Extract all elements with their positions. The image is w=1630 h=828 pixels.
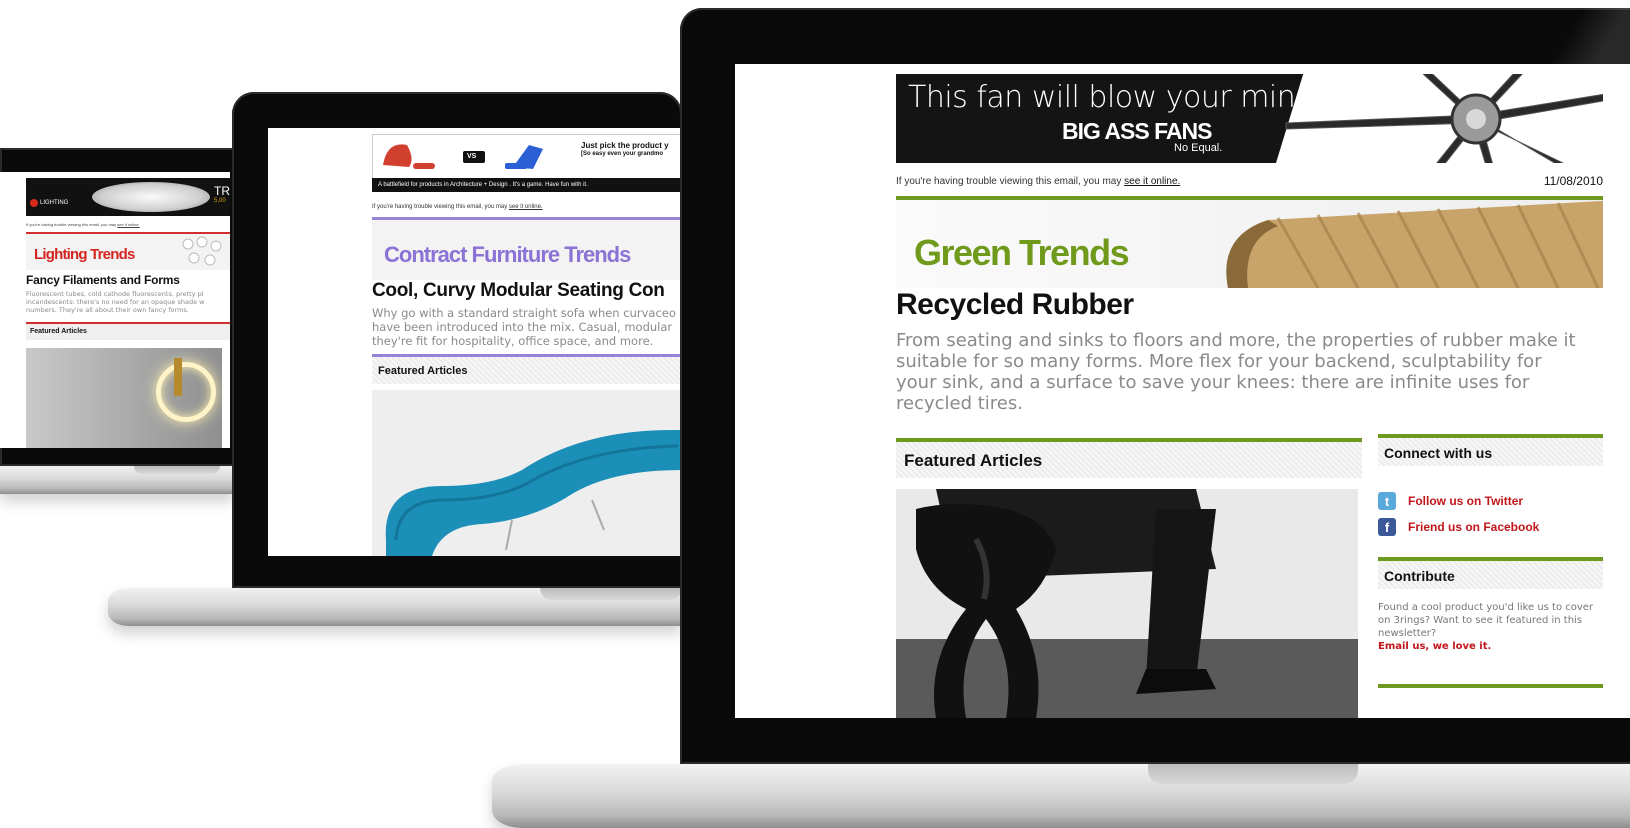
fan-ad-slogan: No Equal.: [1174, 142, 1223, 154]
section-hero: Lighting Trends: [26, 234, 230, 270]
bulbs-image: [182, 236, 222, 266]
featured-rubber-stool-photo[interactable]: [896, 489, 1358, 718]
fan-ad-tagline: This fan will blow your mind.: [908, 80, 1323, 115]
section-title: Green Trends: [914, 232, 1130, 273]
contribute-panel: Contribute Found a cool product you'd li…: [1378, 557, 1603, 653]
see-online-link[interactable]: see it online.: [509, 204, 543, 210]
laptop-middle-notch: [540, 588, 682, 600]
trouble-viewing-notice: If you're having trouble viewing this em…: [372, 204, 543, 210]
article-dek: From seating and sinks to floors and mor…: [896, 330, 1576, 414]
vs-badge: VS: [467, 153, 477, 160]
featured-articles-header: Featured Articles: [896, 438, 1362, 478]
laptop-left-notch: [134, 466, 220, 474]
facebook-icon: f: [1378, 518, 1396, 536]
lighting-logo-icon: [30, 199, 38, 207]
lighting-ad-title: TR: [214, 184, 230, 198]
lighting-ad-banner[interactable]: LIGHTING TR 5,00: [26, 178, 230, 216]
connect-panel: Connect with us t Follow us on Twitter f…: [1378, 434, 1603, 538]
article-dek: Fluorescent tubes, cold cathode fluoresc…: [26, 290, 230, 314]
twitter-label: Follow us on Twitter: [1408, 494, 1524, 508]
laptop-front-screen: This fan will blow your mind. BIG ASS FA…: [735, 64, 1630, 718]
plywood-bench-image: [1226, 200, 1603, 288]
see-online-link[interactable]: see it online.: [1124, 176, 1180, 187]
laptop-front-base: [492, 764, 1630, 828]
trouble-text: If you're having trouble viewing this em…: [26, 222, 117, 227]
section-hero: Contract Furniture Trends: [372, 220, 682, 280]
ring-lamp: [156, 362, 216, 422]
contribute-header: Contribute: [1378, 557, 1603, 589]
featured-articles-header: Featured Articles: [372, 354, 682, 384]
dek-line: incandescents: there's no need for an op…: [26, 298, 205, 306]
contribute-body: Found a cool product you'd like us to co…: [1378, 601, 1603, 653]
connect-title: Connect with us: [1384, 445, 1493, 461]
fan-ad-brand: BIG ASS FANS: [1062, 118, 1212, 144]
article-headline[interactable]: Recycled Rubber: [896, 288, 1134, 322]
article-headline[interactable]: Cool, Curvy Modular Seating Con: [372, 280, 665, 302]
section-title: Lighting Trends: [34, 246, 135, 263]
lighting-ad-subtitle: 5,00: [214, 198, 226, 204]
issue-date: 11/08/2010: [1543, 174, 1603, 188]
modular-sofa-image: [385, 430, 682, 556]
twitter-icon: t: [1378, 492, 1396, 510]
rubber-stool-image: [896, 489, 1358, 718]
dek-line: they're fit for hospitality, office spac…: [372, 334, 654, 348]
trouble-viewing-notice: If you're having trouble viewing this em…: [26, 222, 140, 227]
dek-line: Why go with a standard straight sofa whe…: [372, 306, 676, 320]
laptop-front-notch: [1148, 764, 1358, 784]
featured-articles-header: Featured Articles: [26, 322, 230, 340]
featured-lamp-photo[interactable]: [26, 348, 222, 448]
versus-ad-banner[interactable]: VS Just pick the product y [So easy even…: [372, 134, 682, 184]
ad-line-2: [So easy even your grandmo: [581, 151, 664, 157]
dek-line: numbers. They're all about their own fan…: [26, 306, 189, 314]
article-dek: Why go with a standard straight sofa whe…: [372, 306, 682, 348]
featured-articles-label: Featured Articles: [30, 328, 87, 335]
featured-sofa-photo[interactable]: [372, 390, 682, 556]
facebook-label: Friend us on Facebook: [1408, 520, 1540, 534]
chandelier-image: [92, 182, 210, 212]
section-hero: Green Trends: [896, 200, 1603, 288]
section-title: Contract Furniture Trends: [384, 242, 631, 267]
dek-line: Fluorescent tubes, cold cathode fluoresc…: [26, 290, 204, 298]
contribute-text: Found a cool product you'd like us to co…: [1378, 602, 1594, 639]
lamp-mount: [174, 358, 182, 396]
twitter-link[interactable]: t Follow us on Twitter: [1378, 490, 1603, 512]
article-headline[interactable]: Fancy Filaments and Forms: [26, 273, 180, 287]
see-online-link[interactable]: see it online.: [117, 222, 139, 227]
trouble-text: If you're having trouble viewing this em…: [372, 204, 508, 210]
ad-line-1: Just pick the product y: [581, 141, 669, 150]
tagline-bar: A battlefield for products in Architectu…: [372, 178, 682, 192]
laptop-middle-screen: VS Just pick the product y [So easy even…: [268, 128, 682, 556]
facebook-link[interactable]: f Friend us on Facebook: [1378, 516, 1603, 538]
panel-divider: [1378, 684, 1603, 688]
laptop-left-screen: LIGHTING TR 5,00 If you're having troubl…: [0, 172, 230, 448]
email-us-link[interactable]: Email us, we love it.: [1378, 640, 1603, 653]
big-ass-fans-ad-banner[interactable]: This fan will blow your mind. BIG ASS FA…: [896, 74, 1603, 163]
trouble-viewing-notice: If you're having trouble viewing this em…: [896, 176, 1180, 187]
lighting-ad-logo: LIGHTING: [40, 200, 69, 206]
featured-articles-label: Featured Articles: [378, 365, 468, 377]
trouble-text: If you're having trouble viewing this em…: [896, 176, 1122, 187]
featured-articles-label: Featured Articles: [904, 451, 1043, 470]
connect-header: Connect with us: [1378, 434, 1603, 466]
contribute-title: Contribute: [1384, 568, 1455, 584]
dek-line: have been introduced into the mix. Casua…: [372, 320, 673, 334]
